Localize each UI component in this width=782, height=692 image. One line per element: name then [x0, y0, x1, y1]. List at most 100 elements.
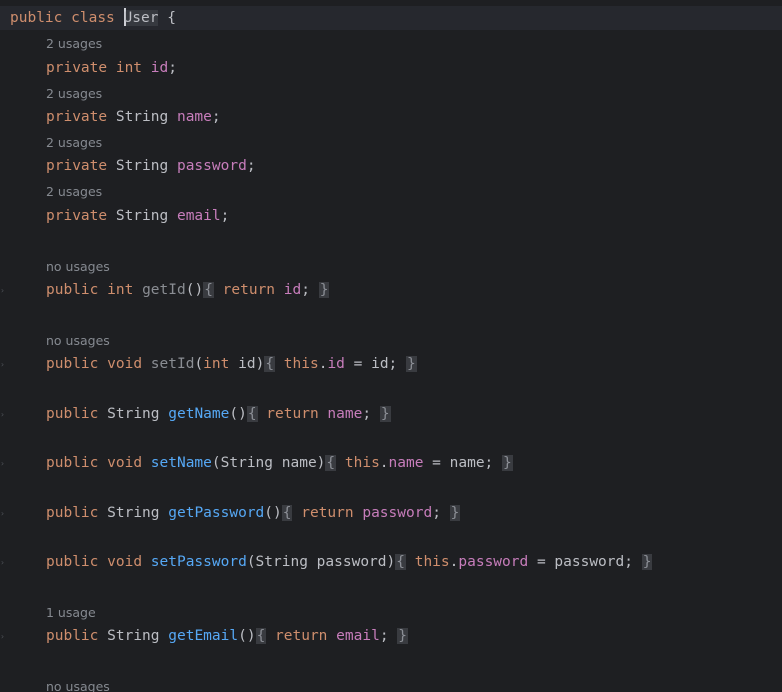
- params: (): [229, 406, 247, 422]
- usage-hint[interactable]: no usages: [46, 333, 110, 349]
- folded-brace-open[interactable]: {: [264, 356, 276, 372]
- modifier: private: [46, 158, 108, 174]
- field-line-id[interactable]: private int id;: [46, 57, 177, 79]
- assignment: = password;: [528, 554, 633, 570]
- class-declaration-line[interactable]: public class User {: [10, 7, 176, 29]
- editor-gutter[interactable]: [0, 0, 6, 692]
- folded-brace-open[interactable]: {: [255, 628, 267, 644]
- method-line-getPassword[interactable]: public String getPassword(){ return pass…: [46, 502, 461, 524]
- usage-hint[interactable]: no usages: [46, 259, 110, 275]
- keyword-public: public: [10, 10, 63, 26]
- method-line-getId[interactable]: public int getId(){ return id; }: [46, 279, 330, 301]
- return-type: void: [107, 356, 143, 372]
- class-name-first: U: [123, 10, 133, 26]
- folded-brace-open[interactable]: {: [203, 282, 214, 298]
- param-name: password: [316, 554, 387, 570]
- field-line-name[interactable]: private String name;: [46, 106, 221, 128]
- folded-brace-close[interactable]: }: [406, 356, 417, 372]
- field-ref: name: [327, 406, 363, 422]
- semicolon: ;: [301, 282, 310, 298]
- folded-brace-open[interactable]: {: [395, 554, 406, 570]
- paren-open: (: [246, 554, 256, 570]
- return-type: int: [107, 282, 134, 298]
- params: (): [264, 505, 282, 521]
- method-name: setName: [150, 455, 212, 471]
- method-name: getPassword: [168, 505, 265, 521]
- fold-chevron-icon[interactable]: ›: [0, 287, 6, 295]
- keyword-this: this: [414, 554, 450, 570]
- folded-brace-close[interactable]: }: [449, 505, 461, 521]
- return-type: String: [107, 628, 160, 644]
- return-type: void: [107, 554, 143, 570]
- open-brace: {: [167, 10, 176, 26]
- fold-chevron-icon[interactable]: ›: [0, 460, 6, 468]
- keyword-return: return: [222, 282, 276, 298]
- fold-chevron-icon[interactable]: ›: [0, 510, 6, 518]
- fold-chevron-icon[interactable]: ›: [0, 633, 6, 641]
- modifier: public: [46, 628, 99, 644]
- fold-chevron-icon[interactable]: ›: [0, 361, 6, 369]
- method-line-getName[interactable]: public String getName(){ return name; }: [46, 403, 391, 425]
- folded-brace-close[interactable]: }: [318, 282, 330, 298]
- folded-brace-close[interactable]: }: [641, 554, 653, 570]
- assignment: = name;: [423, 455, 494, 471]
- keyword-this: this: [283, 356, 319, 372]
- semicolon: ;: [379, 628, 389, 644]
- fold-chevron-icon[interactable]: ›: [0, 559, 6, 567]
- folded-brace-open[interactable]: {: [325, 455, 337, 471]
- field-ref: password: [458, 554, 529, 570]
- field-ref: id: [327, 356, 345, 372]
- folded-brace-close[interactable]: }: [502, 455, 513, 471]
- usage-hint[interactable]: 2 usages: [46, 86, 102, 102]
- keyword-return: return: [275, 628, 328, 644]
- modifier: public: [46, 282, 99, 298]
- modifier: private: [46, 60, 108, 76]
- type: String: [115, 158, 169, 174]
- method-line-getEmail[interactable]: public String getEmail(){ return email; …: [46, 625, 409, 647]
- field-name: email: [176, 208, 221, 224]
- params: (): [238, 628, 256, 644]
- class-name-rest: ser: [132, 10, 159, 26]
- method-line-setPassword[interactable]: public void setPassword(String password)…: [46, 551, 653, 573]
- keyword-return: return: [301, 505, 354, 521]
- semicolon: ;: [220, 208, 230, 224]
- fold-chevron-icon[interactable]: ›: [0, 411, 6, 419]
- param-type: String: [255, 554, 308, 570]
- type: int: [115, 60, 143, 76]
- method-line-setName[interactable]: public void setName(String name){ this.n…: [46, 452, 513, 474]
- folded-brace-close[interactable]: }: [397, 628, 409, 644]
- modifier: public: [46, 505, 99, 521]
- usage-hint[interactable]: 2 usages: [46, 36, 102, 52]
- param-name: name: [281, 455, 317, 471]
- type: String: [115, 208, 169, 224]
- paren-close: ): [255, 356, 265, 372]
- method-line-setId[interactable]: public void setId(int id){ this.id = id;…: [46, 353, 417, 375]
- field-line-password[interactable]: private String password;: [46, 155, 256, 177]
- keyword-return: return: [266, 406, 319, 422]
- usage-hint[interactable]: 2 usages: [46, 184, 102, 200]
- field-ref: name: [388, 455, 424, 471]
- folded-brace-close[interactable]: }: [379, 406, 391, 422]
- usage-hint[interactable]: 1 usage: [46, 605, 96, 621]
- type: String: [115, 109, 169, 125]
- method-name: setId: [150, 356, 195, 372]
- usage-hint[interactable]: 2 usages: [46, 135, 102, 151]
- modifier: public: [46, 455, 99, 471]
- field-line-email[interactable]: private String email;: [46, 205, 229, 227]
- usage-hint[interactable]: no usages: [46, 679, 110, 692]
- return-type: String: [107, 505, 160, 521]
- field-ref: id: [283, 282, 302, 298]
- semicolon: ;: [211, 109, 221, 125]
- folded-brace-open[interactable]: {: [281, 505, 293, 521]
- folded-brace-open[interactable]: {: [246, 406, 258, 422]
- semicolon: ;: [168, 60, 177, 76]
- field-name: password: [176, 158, 247, 174]
- semicolon: ;: [246, 158, 256, 174]
- method-name: getEmail: [168, 628, 239, 644]
- param-type: int: [203, 356, 230, 372]
- code-editor[interactable]: public class User { 2 usages private int…: [0, 0, 782, 692]
- field-ref: email: [336, 628, 380, 644]
- return-type: void: [107, 455, 143, 471]
- class-name[interactable]: User: [123, 8, 159, 26]
- paren-open: (: [194, 356, 204, 372]
